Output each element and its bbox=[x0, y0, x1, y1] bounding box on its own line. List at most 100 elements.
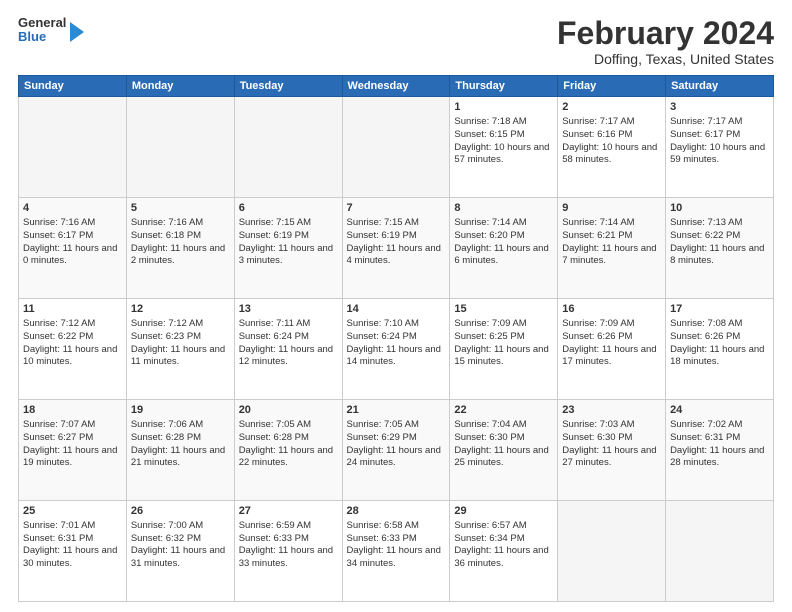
day-number: 22 bbox=[454, 403, 553, 418]
daylight-text: Daylight: 10 hours and 57 minutes. bbox=[454, 142, 549, 166]
col-wednesday: Wednesday bbox=[342, 76, 450, 97]
col-saturday: Saturday bbox=[666, 76, 774, 97]
table-row bbox=[558, 501, 666, 602]
sunset-text: Sunset: 6:21 PM bbox=[562, 230, 632, 241]
daylight-text: Daylight: 11 hours and 25 minutes. bbox=[454, 445, 548, 469]
daylight-text: Daylight: 10 hours and 59 minutes. bbox=[670, 142, 765, 166]
daylight-text: Daylight: 11 hours and 19 minutes. bbox=[23, 445, 117, 469]
table-row: 20 Sunrise: 7:05 AM Sunset: 6:28 PM Dayl… bbox=[234, 400, 342, 501]
table-row: 16 Sunrise: 7:09 AM Sunset: 6:26 PM Dayl… bbox=[558, 299, 666, 400]
sunrise-text: Sunrise: 7:08 AM bbox=[670, 318, 742, 329]
sunrise-text: Sunrise: 7:09 AM bbox=[454, 318, 526, 329]
header: General Blue February 2024 Doffing, Texa… bbox=[18, 16, 774, 67]
daylight-text: Daylight: 10 hours and 58 minutes. bbox=[562, 142, 657, 166]
col-tuesday: Tuesday bbox=[234, 76, 342, 97]
table-row: 3 Sunrise: 7:17 AM Sunset: 6:17 PM Dayli… bbox=[666, 97, 774, 198]
sunrise-text: Sunrise: 7:13 AM bbox=[670, 217, 742, 228]
logo-text: General Blue bbox=[18, 16, 66, 45]
sunrise-text: Sunrise: 7:09 AM bbox=[562, 318, 634, 329]
logo-line1: General bbox=[18, 16, 66, 30]
sunset-text: Sunset: 6:30 PM bbox=[562, 432, 632, 443]
daylight-text: Daylight: 11 hours and 12 minutes. bbox=[239, 344, 333, 368]
day-number: 10 bbox=[670, 201, 769, 216]
logo-arrow-icon bbox=[70, 22, 84, 42]
daylight-text: Daylight: 11 hours and 18 minutes. bbox=[670, 344, 764, 368]
sunrise-text: Sunrise: 7:02 AM bbox=[670, 419, 742, 430]
day-number: 9 bbox=[562, 201, 661, 216]
day-number: 26 bbox=[131, 504, 230, 519]
sunset-text: Sunset: 6:28 PM bbox=[239, 432, 309, 443]
sunrise-text: Sunrise: 7:15 AM bbox=[347, 217, 419, 228]
table-row: 22 Sunrise: 7:04 AM Sunset: 6:30 PM Dayl… bbox=[450, 400, 558, 501]
table-row: 1 Sunrise: 7:18 AM Sunset: 6:15 PM Dayli… bbox=[450, 97, 558, 198]
day-number: 7 bbox=[347, 201, 446, 216]
title-block: February 2024 Doffing, Texas, United Sta… bbox=[557, 16, 774, 67]
logo: General Blue bbox=[18, 16, 84, 45]
table-row: 19 Sunrise: 7:06 AM Sunset: 6:28 PM Dayl… bbox=[126, 400, 234, 501]
day-number: 4 bbox=[23, 201, 122, 216]
table-row: 2 Sunrise: 7:17 AM Sunset: 6:16 PM Dayli… bbox=[558, 97, 666, 198]
sunset-text: Sunset: 6:23 PM bbox=[131, 331, 201, 342]
sunset-text: Sunset: 6:22 PM bbox=[23, 331, 93, 342]
table-row: 6 Sunrise: 7:15 AM Sunset: 6:19 PM Dayli… bbox=[234, 198, 342, 299]
daylight-text: Daylight: 11 hours and 4 minutes. bbox=[347, 243, 441, 267]
sunset-text: Sunset: 6:24 PM bbox=[347, 331, 417, 342]
sunset-text: Sunset: 6:25 PM bbox=[454, 331, 524, 342]
daylight-text: Daylight: 11 hours and 2 minutes. bbox=[131, 243, 225, 267]
sunset-text: Sunset: 6:34 PM bbox=[454, 533, 524, 544]
sunrise-text: Sunrise: 7:03 AM bbox=[562, 419, 634, 430]
daylight-text: Daylight: 11 hours and 28 minutes. bbox=[670, 445, 764, 469]
table-row: 4 Sunrise: 7:16 AM Sunset: 6:17 PM Dayli… bbox=[19, 198, 127, 299]
sunrise-text: Sunrise: 7:14 AM bbox=[562, 217, 634, 228]
table-row: 21 Sunrise: 7:05 AM Sunset: 6:29 PM Dayl… bbox=[342, 400, 450, 501]
sunset-text: Sunset: 6:32 PM bbox=[131, 533, 201, 544]
sunset-text: Sunset: 6:26 PM bbox=[562, 331, 632, 342]
sunrise-text: Sunrise: 7:17 AM bbox=[670, 116, 742, 127]
day-number: 13 bbox=[239, 302, 338, 317]
week-row-4: 18 Sunrise: 7:07 AM Sunset: 6:27 PM Dayl… bbox=[19, 400, 774, 501]
sunrise-text: Sunrise: 7:16 AM bbox=[23, 217, 95, 228]
day-number: 17 bbox=[670, 302, 769, 317]
sunset-text: Sunset: 6:31 PM bbox=[670, 432, 740, 443]
daylight-text: Daylight: 11 hours and 24 minutes. bbox=[347, 445, 441, 469]
table-row: 10 Sunrise: 7:13 AM Sunset: 6:22 PM Dayl… bbox=[666, 198, 774, 299]
day-number: 15 bbox=[454, 302, 553, 317]
sunset-text: Sunset: 6:16 PM bbox=[562, 129, 632, 140]
calendar-subtitle: Doffing, Texas, United States bbox=[557, 51, 774, 67]
daylight-text: Daylight: 11 hours and 11 minutes. bbox=[131, 344, 225, 368]
sunrise-text: Sunrise: 7:07 AM bbox=[23, 419, 95, 430]
sunset-text: Sunset: 6:17 PM bbox=[23, 230, 93, 241]
sunrise-text: Sunrise: 7:04 AM bbox=[454, 419, 526, 430]
table-row: 12 Sunrise: 7:12 AM Sunset: 6:23 PM Dayl… bbox=[126, 299, 234, 400]
daylight-text: Daylight: 11 hours and 15 minutes. bbox=[454, 344, 548, 368]
calendar-header-row: Sunday Monday Tuesday Wednesday Thursday… bbox=[19, 76, 774, 97]
day-number: 12 bbox=[131, 302, 230, 317]
day-number: 28 bbox=[347, 504, 446, 519]
sunset-text: Sunset: 6:19 PM bbox=[347, 230, 417, 241]
daylight-text: Daylight: 11 hours and 31 minutes. bbox=[131, 545, 225, 569]
logo-line2: Blue bbox=[18, 30, 66, 44]
table-row: 26 Sunrise: 7:00 AM Sunset: 6:32 PM Dayl… bbox=[126, 501, 234, 602]
sunset-text: Sunset: 6:29 PM bbox=[347, 432, 417, 443]
table-row: 23 Sunrise: 7:03 AM Sunset: 6:30 PM Dayl… bbox=[558, 400, 666, 501]
sunrise-text: Sunrise: 7:12 AM bbox=[131, 318, 203, 329]
daylight-text: Daylight: 11 hours and 21 minutes. bbox=[131, 445, 225, 469]
table-row bbox=[666, 501, 774, 602]
table-row bbox=[342, 97, 450, 198]
table-row: 7 Sunrise: 7:15 AM Sunset: 6:19 PM Dayli… bbox=[342, 198, 450, 299]
table-row: 27 Sunrise: 6:59 AM Sunset: 6:33 PM Dayl… bbox=[234, 501, 342, 602]
calendar-title: February 2024 bbox=[557, 16, 774, 51]
sunrise-text: Sunrise: 6:57 AM bbox=[454, 520, 526, 531]
sunset-text: Sunset: 6:28 PM bbox=[131, 432, 201, 443]
sunset-text: Sunset: 6:30 PM bbox=[454, 432, 524, 443]
day-number: 23 bbox=[562, 403, 661, 418]
sunset-text: Sunset: 6:17 PM bbox=[670, 129, 740, 140]
day-number: 5 bbox=[131, 201, 230, 216]
sunset-text: Sunset: 6:20 PM bbox=[454, 230, 524, 241]
daylight-text: Daylight: 11 hours and 34 minutes. bbox=[347, 545, 441, 569]
sunset-text: Sunset: 6:18 PM bbox=[131, 230, 201, 241]
sunset-text: Sunset: 6:33 PM bbox=[239, 533, 309, 544]
day-number: 24 bbox=[670, 403, 769, 418]
daylight-text: Daylight: 11 hours and 22 minutes. bbox=[239, 445, 333, 469]
table-row: 8 Sunrise: 7:14 AM Sunset: 6:20 PM Dayli… bbox=[450, 198, 558, 299]
